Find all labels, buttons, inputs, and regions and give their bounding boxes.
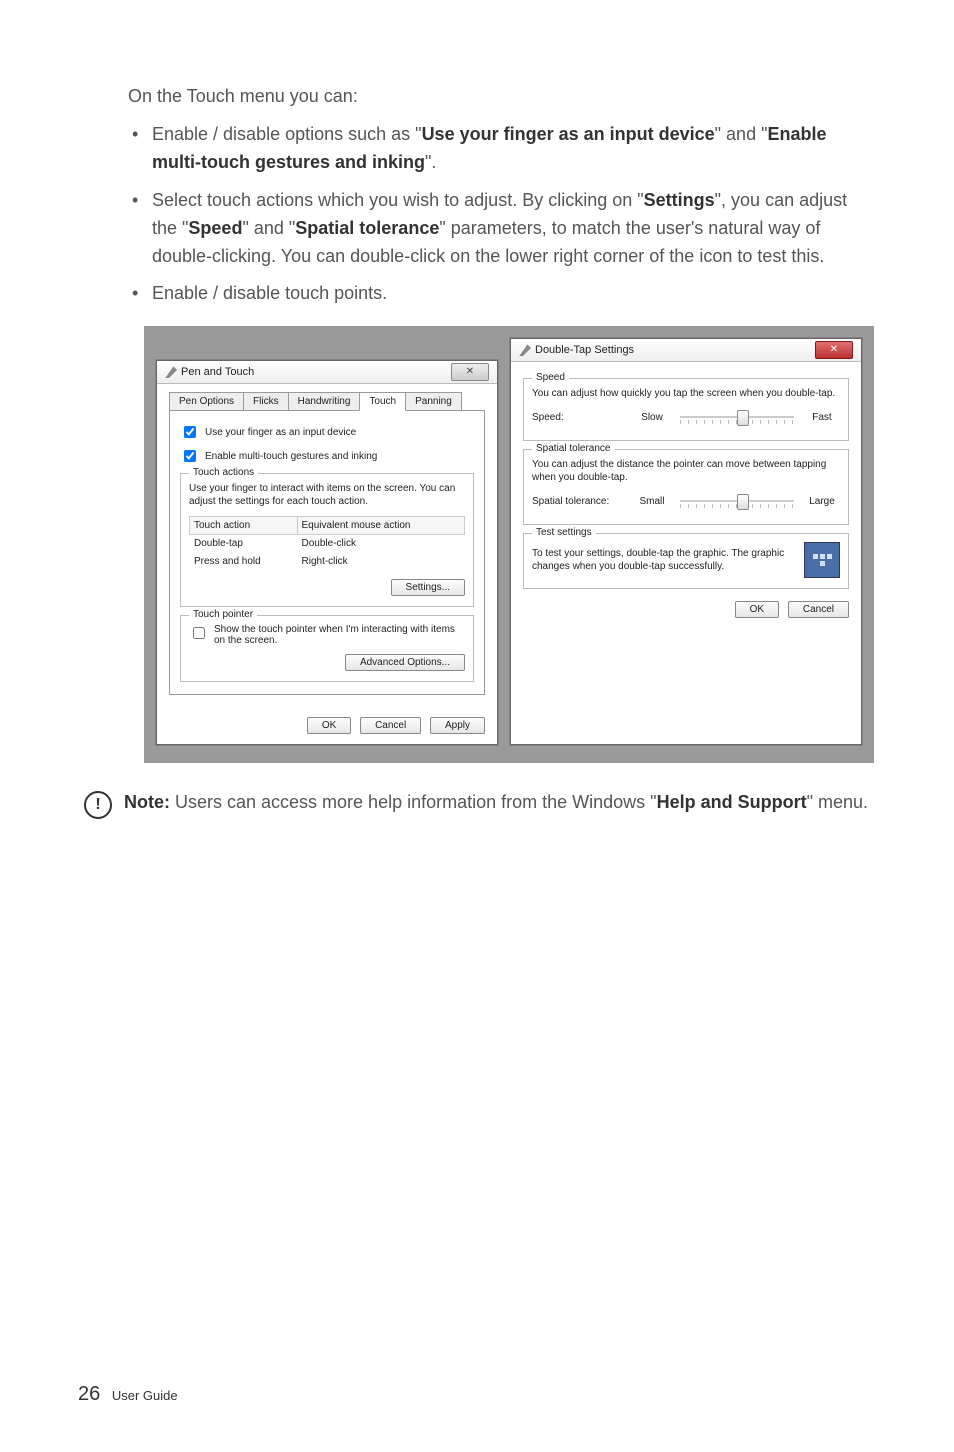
slider-thumb[interactable] xyxy=(737,410,749,426)
settings-button[interactable]: Settings... xyxy=(391,579,465,596)
bullet-3-pre: Enable / disable touch points. xyxy=(152,283,387,303)
speed-desc: You can adjust how quickly you tap the s… xyxy=(532,387,840,400)
cell-right-click: Right-click xyxy=(297,553,465,571)
table-header-mouse: Equivalent mouse action xyxy=(297,517,465,535)
note-pre: Users can access more help information f… xyxy=(170,792,657,812)
touch-pointer-group: Touch pointer Show the touch pointer whe… xyxy=(180,615,474,682)
spatial-desc: You can adjust the distance the pointer … xyxy=(532,458,840,484)
tab-flicks[interactable]: Flicks xyxy=(243,392,289,411)
enable-multitouch-checkbox-input[interactable] xyxy=(184,450,196,462)
speed-max: Fast xyxy=(804,412,840,423)
spatial-slider[interactable]: Spatial tolerance: Small Large xyxy=(532,494,840,508)
show-touch-pointer-checkbox[interactable]: Show the touch pointer when I'm interact… xyxy=(189,624,465,646)
test-desc: To test your settings, double-tap the gr… xyxy=(532,547,794,573)
enable-multitouch-checkbox[interactable]: Enable multi-touch gestures and inking xyxy=(180,447,474,465)
tabs: Pen Options Flicks Handwriting Touch Pan… xyxy=(169,392,485,411)
bullet-1-b1: Use your finger as an input device xyxy=(422,124,715,144)
speed-track[interactable] xyxy=(680,410,794,424)
pen-icon xyxy=(519,344,531,356)
speed-label: Speed: xyxy=(532,412,624,423)
speed-legend: Speed xyxy=(532,372,569,383)
bullet-2: Select touch actions which you wish to a… xyxy=(128,187,876,271)
cell-press-hold: Press and hold xyxy=(190,553,298,571)
spatial-group: Spatial tolerance You can adjust the dis… xyxy=(523,449,849,525)
bullet-2-b2: Speed xyxy=(188,218,242,238)
touch-actions-desc: Use your finger to interact with items o… xyxy=(189,482,465,508)
table-row[interactable]: Double-tap Double-click xyxy=(190,535,465,553)
enable-multitouch-checkbox-label: Enable multi-touch gestures and inking xyxy=(205,451,377,462)
bullet-1-mid: " and " xyxy=(715,124,768,144)
touch-actions-group: Touch actions Use your finger to interac… xyxy=(180,473,474,607)
dialog-titlebar[interactable]: Pen and Touch ✕ xyxy=(157,361,497,384)
page-number: 26 xyxy=(78,1383,100,1405)
touch-pointer-legend: Touch pointer xyxy=(189,609,257,620)
touch-tabpanel: Use your finger as an input device Enabl… xyxy=(169,410,485,695)
dialog-footer: OK Cancel Apply xyxy=(157,707,497,744)
spatial-legend: Spatial tolerance xyxy=(532,443,615,454)
screenshot-figure: Pen and Touch ✕ Pen Options Flicks Handw… xyxy=(144,326,874,763)
cell-double-tap: Double-tap xyxy=(190,535,298,553)
note-block: ! Note: Users can access more help infor… xyxy=(128,789,876,819)
close-icon[interactable]: ✕ xyxy=(815,341,853,359)
bullet-3: Enable / disable touch points. xyxy=(128,280,876,308)
dialog-titlebar[interactable]: Double-Tap Settings ✕ xyxy=(511,339,861,362)
show-touch-pointer-label: Show the touch pointer when I'm interact… xyxy=(214,624,465,646)
table-row[interactable]: Press and hold Right-click xyxy=(190,553,465,571)
page-footer: 26 User Guide xyxy=(78,1383,178,1406)
intro-text: On the Touch menu you can: xyxy=(128,86,876,107)
bullet-1-pre: Enable / disable options such as " xyxy=(152,124,422,144)
ok-button[interactable]: OK xyxy=(735,601,779,618)
bullet-1-post: ". xyxy=(425,152,436,172)
speed-min: Slow xyxy=(634,412,670,423)
note-bold: Help and Support xyxy=(657,792,807,812)
tab-handwriting[interactable]: Handwriting xyxy=(288,392,361,411)
use-finger-checkbox-input[interactable] xyxy=(184,426,196,438)
touch-actions-table: Touch action Equivalent mouse action Dou… xyxy=(189,516,465,571)
spatial-track[interactable] xyxy=(680,494,794,508)
spatial-label: Spatial tolerance: xyxy=(532,496,624,507)
use-finger-checkbox-label: Use your finger as an input device xyxy=(205,427,356,438)
advanced-options-button[interactable]: Advanced Options... xyxy=(345,654,465,671)
tab-touch[interactable]: Touch xyxy=(359,392,406,411)
close-icon[interactable]: ✕ xyxy=(451,363,489,381)
table-header-action: Touch action xyxy=(190,517,298,535)
spatial-max: Large xyxy=(804,496,840,507)
speed-group: Speed You can adjust how quickly you tap… xyxy=(523,378,849,441)
bullet-2-pre: Select touch actions which you wish to a… xyxy=(152,190,644,210)
dialog-title: Double-Tap Settings xyxy=(535,339,634,361)
footer-label: User Guide xyxy=(112,1388,178,1403)
double-tap-settings-dialog: Double-Tap Settings ✕ Speed You can adju… xyxy=(510,338,862,745)
test-graphic[interactable] xyxy=(804,542,840,578)
show-touch-pointer-input[interactable] xyxy=(193,627,205,639)
bullet-2-b1: Settings xyxy=(644,190,715,210)
ok-button[interactable]: OK xyxy=(307,717,351,734)
touch-actions-legend: Touch actions xyxy=(189,467,258,478)
test-legend: Test settings xyxy=(532,527,596,538)
cancel-button[interactable]: Cancel xyxy=(360,717,421,734)
use-finger-checkbox[interactable]: Use your finger as an input device xyxy=(180,423,474,441)
bullet-list: Enable / disable options such as "Use yo… xyxy=(128,121,876,308)
bullet-2-mid2: " and " xyxy=(242,218,295,238)
slider-thumb[interactable] xyxy=(737,494,749,510)
bullet-1: Enable / disable options such as "Use yo… xyxy=(128,121,876,177)
spatial-min: Small xyxy=(634,496,670,507)
dialog-title: Pen and Touch xyxy=(181,361,254,383)
cell-double-click: Double-click xyxy=(297,535,465,553)
apply-button[interactable]: Apply xyxy=(430,717,485,734)
tab-pen-options[interactable]: Pen Options xyxy=(169,392,244,411)
bullet-2-b3: Spatial tolerance xyxy=(295,218,439,238)
pen-and-touch-dialog: Pen and Touch ✕ Pen Options Flicks Handw… xyxy=(156,360,498,745)
test-settings-group: Test settings To test your settings, dou… xyxy=(523,533,849,589)
note-label: Note: xyxy=(124,792,170,812)
cancel-button[interactable]: Cancel xyxy=(788,601,849,618)
tab-panning[interactable]: Panning xyxy=(405,392,462,411)
speed-slider[interactable]: Speed: Slow Fast xyxy=(532,410,840,424)
pen-icon xyxy=(165,366,177,378)
note-post: " menu. xyxy=(807,792,868,812)
note-icon: ! xyxy=(84,791,112,819)
